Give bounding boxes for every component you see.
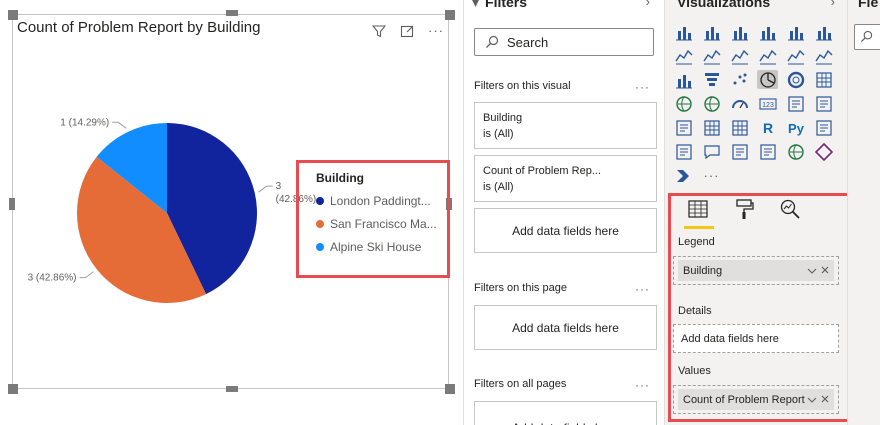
page-filter-dropzone[interactable]: Add data fields here bbox=[474, 305, 657, 350]
100-percent-column-chart-icon[interactable] bbox=[813, 22, 834, 41]
filter-card-state: is (All) bbox=[483, 128, 514, 140]
stacked-bar-chart-icon[interactable] bbox=[673, 22, 694, 41]
filter-card-field: Building bbox=[483, 112, 523, 124]
fields-search-input[interactable] bbox=[854, 24, 880, 50]
search-icon bbox=[486, 35, 499, 48]
ribbon-chart-icon[interactable] bbox=[813, 46, 834, 65]
resize-handle[interactable] bbox=[9, 198, 15, 210]
resize-handle[interactable] bbox=[8, 10, 18, 20]
waterfall-chart-icon[interactable] bbox=[673, 70, 694, 89]
more-options-icon[interactable]: ··· bbox=[635, 378, 650, 392]
kpi-icon[interactable] bbox=[813, 94, 834, 113]
dropzone-label: Add data fields here bbox=[512, 421, 619, 425]
resize-handle[interactable] bbox=[445, 384, 455, 394]
visual-filter-dropzone[interactable]: Add data fields here bbox=[474, 208, 657, 253]
scatter-chart-icon[interactable] bbox=[729, 70, 750, 89]
decomposition-tree-icon[interactable] bbox=[673, 142, 694, 161]
filters-pane: ▾ Filters › Search Filters on this visual… bbox=[463, 0, 665, 425]
filter-card-state: is (All) bbox=[483, 181, 514, 193]
search-icon bbox=[860, 30, 873, 43]
arcgis-map-icon[interactable] bbox=[785, 142, 806, 161]
key-influencers-icon[interactable] bbox=[813, 118, 834, 137]
line-column-chart-icon[interactable] bbox=[757, 46, 778, 65]
filter-card-field: Count of Problem Rep... bbox=[483, 165, 602, 177]
chevron-right-icon[interactable]: › bbox=[831, 0, 835, 9]
python-visual-icon[interactable]: Py bbox=[785, 118, 806, 137]
filter-card-count[interactable]: Count of Problem Rep... is (All) bbox=[474, 155, 657, 202]
data-label-leader-line bbox=[258, 185, 273, 193]
search-placeholder: Search bbox=[507, 34, 549, 50]
filters-on-all-pages-label: Filters on all pages bbox=[474, 378, 567, 390]
visualizations-pane: Visualizations › 123 R Py ··· Legend Buildi… bbox=[665, 0, 862, 425]
map-icon[interactable] bbox=[673, 94, 694, 113]
qna-icon[interactable] bbox=[701, 142, 722, 161]
table-icon[interactable] bbox=[701, 118, 722, 137]
more-options-icon[interactable]: ··· bbox=[635, 80, 650, 94]
all-pages-filter-dropzone[interactable]: Add data fields here bbox=[474, 401, 657, 425]
filters-search-input[interactable]: Search bbox=[474, 28, 654, 56]
resize-handle[interactable] bbox=[226, 386, 238, 392]
resize-handle[interactable] bbox=[445, 10, 455, 20]
slicer-icon[interactable] bbox=[673, 118, 694, 137]
smart-narrative-icon[interactable] bbox=[729, 142, 750, 161]
area-chart-icon[interactable] bbox=[701, 46, 722, 65]
visualizations-title: Visualizations bbox=[677, 0, 771, 10]
filter-icon: ▾ bbox=[472, 0, 480, 10]
line-chart-icon[interactable] bbox=[673, 46, 694, 65]
more-visuals-icon[interactable]: ··· bbox=[701, 166, 722, 185]
resize-handle[interactable] bbox=[226, 10, 238, 16]
filters-title: Filters bbox=[485, 0, 528, 10]
data-label: 3 (42.86%) bbox=[28, 273, 77, 284]
multi-row-card-icon[interactable] bbox=[785, 94, 806, 113]
funnel-chart-icon[interactable] bbox=[701, 70, 722, 89]
data-label-leader-line bbox=[79, 271, 94, 279]
treemap-icon[interactable] bbox=[813, 70, 834, 89]
filters-on-visual-label: Filters on this visual bbox=[474, 80, 571, 92]
data-label: 3 bbox=[276, 181, 282, 192]
gauge-icon[interactable] bbox=[729, 94, 750, 113]
report-canvas: Count of Problem Report by Building ··· … bbox=[0, 0, 463, 425]
svg-text:R: R bbox=[762, 120, 772, 136]
paginated-report-icon[interactable] bbox=[757, 142, 778, 161]
donut-chart-icon[interactable] bbox=[785, 70, 806, 89]
card-icon[interactable]: 123 bbox=[757, 94, 778, 113]
filters-on-page-label: Filters on this page bbox=[474, 282, 567, 294]
data-label-leader-line bbox=[112, 121, 127, 129]
clustered-bar-chart-icon[interactable] bbox=[729, 22, 750, 41]
chevron-right-icon[interactable]: › bbox=[646, 0, 650, 9]
100-percent-bar-chart-icon[interactable] bbox=[785, 22, 806, 41]
filled-map-icon[interactable] bbox=[701, 94, 722, 113]
clustered-column-chart-icon[interactable] bbox=[757, 22, 778, 41]
power-automate-icon[interactable] bbox=[673, 166, 694, 185]
filter-card-building[interactable]: Building is (All) bbox=[474, 102, 657, 149]
legend-highlight-box bbox=[296, 160, 450, 278]
svg-text:123: 123 bbox=[762, 102, 774, 109]
fields-pane-title: Fie bbox=[858, 0, 879, 10]
line-stacked-column-chart-icon[interactable] bbox=[785, 46, 806, 65]
resize-handle[interactable] bbox=[8, 384, 18, 394]
matrix-icon[interactable] bbox=[729, 118, 750, 137]
visual-type-gallery: 123 R Py ··· bbox=[673, 22, 834, 185]
filters-pane-header: ▾ Filters bbox=[472, 0, 527, 11]
more-options-icon[interactable]: ··· bbox=[635, 282, 650, 296]
power-apps-icon[interactable] bbox=[813, 142, 834, 161]
stacked-column-chart-icon[interactable] bbox=[701, 22, 722, 41]
fields-pane: Fie bbox=[847, 0, 880, 425]
field-wells-highlight-box bbox=[668, 193, 862, 422]
stacked-area-chart-icon[interactable] bbox=[729, 46, 750, 65]
data-label: 1 (14.29%) bbox=[60, 117, 109, 128]
r-visual-icon[interactable]: R bbox=[757, 118, 778, 137]
pie-chart-icon[interactable] bbox=[757, 70, 778, 89]
powerbi-report-editor: Count of Problem Report by Building ··· … bbox=[0, 0, 880, 425]
svg-text:Py: Py bbox=[788, 121, 805, 136]
